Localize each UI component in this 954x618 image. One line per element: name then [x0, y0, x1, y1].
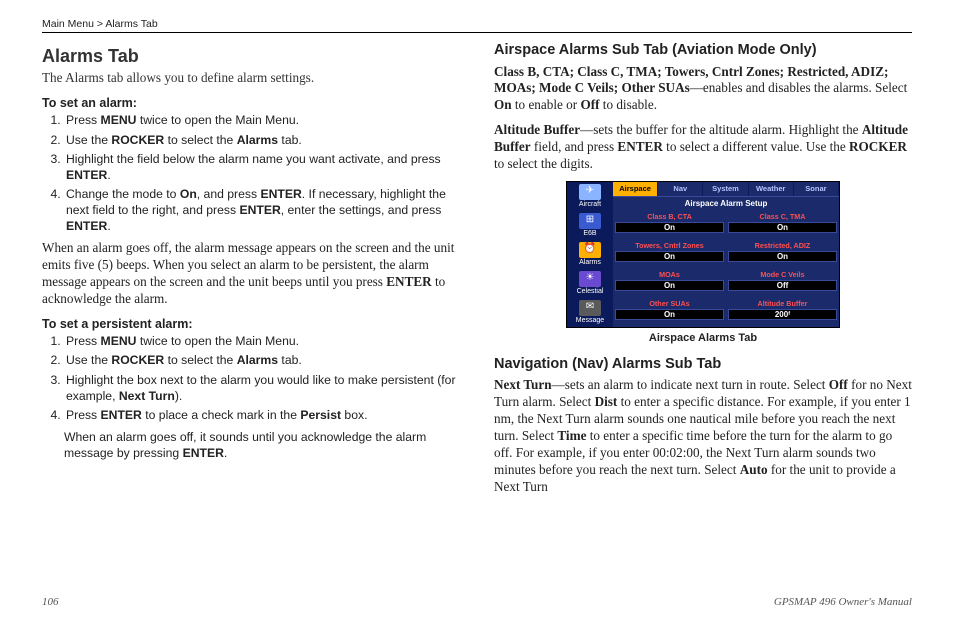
subsection-airspace-alarms: Airspace Alarms Sub Tab (Aviation Mode O…: [494, 41, 912, 60]
page-footer: 106 GPSMAP 496 Owner's Manual: [42, 590, 912, 608]
steps-set-alarm: Press MENU twice to open the Main Menu. …: [42, 113, 460, 234]
aircraft-icon: ✈: [579, 184, 601, 200]
step: Use the ROCKER to select the Alarms tab.: [64, 133, 460, 149]
device-tabs: Airspace Nav System Weather Sonar: [613, 182, 839, 196]
celestial-icon: ☀: [579, 271, 601, 287]
step: Press MENU twice to open the Main Menu.: [64, 113, 460, 129]
sidebar-item-aircraft: ✈Aircraft: [567, 182, 613, 211]
body-paragraph: Altitude Buffer—sets the buffer for the …: [494, 122, 912, 173]
step-note: When an alarm goes off, it sounds until …: [64, 430, 460, 462]
device-main: Airspace Nav System Weather Sonar Airspa…: [613, 182, 839, 327]
procedure-heading-set-alarm: To set an alarm:: [42, 95, 460, 111]
message-icon: ✉: [579, 300, 601, 316]
step: Highlight the box next to the alarm you …: [64, 373, 460, 404]
device-screenshot: ✈Aircraft ⊞E6B ⏰Alarms ☀Celestial ✉Messa…: [566, 181, 840, 328]
procedure-heading-persistent-alarm: To set a persistent alarm:: [42, 316, 460, 332]
step: Change the mode to On, and press ENTER. …: [64, 187, 460, 234]
columns: Alarms Tab The Alarms tab allows you to …: [42, 41, 912, 590]
body-paragraph: When an alarm goes off, the alarm messag…: [42, 240, 460, 308]
breadcrumb: Main Menu > Alarms Tab: [42, 18, 912, 33]
cell-altitude-buffer: Altitude Buffer200ᶠ: [726, 298, 839, 327]
step: Highlight the field below the alarm name…: [64, 152, 460, 183]
cell-moas: MOAsOn: [613, 269, 726, 298]
manual-title: GPSMAP 496 Owner's Manual: [774, 596, 912, 608]
step: Press MENU twice to open the Main Menu.: [64, 334, 460, 350]
step: Press ENTER to place a check mark in the…: [64, 408, 460, 424]
sidebar-item-alarms: ⏰Alarms: [567, 240, 613, 269]
device-panel-title: Airspace Alarm Setup: [613, 196, 839, 211]
device-grid: Class B, CTAOn Class C, TMAOn Towers, Cn…: [613, 211, 839, 327]
cell-class-b: Class B, CTAOn: [613, 211, 726, 240]
alarms-icon: ⏰: [579, 242, 601, 258]
cell-class-c: Class C, TMAOn: [726, 211, 839, 240]
section-title: Alarms Tab: [42, 45, 460, 68]
page-number: 106: [42, 596, 59, 608]
tab-system: System: [703, 182, 748, 196]
section-intro: The Alarms tab allows you to define alar…: [42, 70, 460, 87]
cell-mode-c: Mode C VeilsOff: [726, 269, 839, 298]
sidebar-item-celestial: ☀Celestial: [567, 269, 613, 298]
tab-weather: Weather: [749, 182, 794, 196]
body-paragraph: Class B, CTA; Class C, TMA; Towers, Cntr…: [494, 64, 912, 115]
body-paragraph: Next Turn—sets an alarm to indicate next…: [494, 377, 912, 495]
page: Main Menu > Alarms Tab Alarms Tab The Al…: [0, 0, 954, 618]
tab-sonar: Sonar: [794, 182, 839, 196]
right-column: Airspace Alarms Sub Tab (Aviation Mode O…: [494, 41, 912, 590]
steps-persistent-alarm: Press MENU twice to open the Main Menu. …: [42, 334, 460, 424]
subsection-nav-alarms: Navigation (Nav) Alarms Sub Tab: [494, 355, 912, 374]
tab-nav: Nav: [658, 182, 703, 196]
e6b-icon: ⊞: [579, 213, 601, 229]
breadcrumb-tab: Alarms Tab: [103, 18, 158, 30]
figure-airspace-alarms: ✈Aircraft ⊞E6B ⏰Alarms ☀Celestial ✉Messa…: [494, 181, 912, 345]
cell-restricted: Restricted, ADIZOn: [726, 240, 839, 269]
sidebar-item-e6b: ⊞E6B: [567, 211, 613, 240]
cell-other-suas: Other SUAsOn: [613, 298, 726, 327]
tab-airspace: Airspace: [613, 182, 658, 196]
sidebar-item-message: ✉Message: [567, 298, 613, 327]
left-column: Alarms Tab The Alarms tab allows you to …: [42, 41, 460, 590]
step: Use the ROCKER to select the Alarms tab.: [64, 353, 460, 369]
device-sidebar: ✈Aircraft ⊞E6B ⏰Alarms ☀Celestial ✉Messa…: [567, 182, 613, 327]
figure-caption: Airspace Alarms Tab: [494, 331, 912, 345]
breadcrumb-root: Main Menu >: [42, 18, 103, 30]
cell-towers: Towers, Cntrl ZonesOn: [613, 240, 726, 269]
